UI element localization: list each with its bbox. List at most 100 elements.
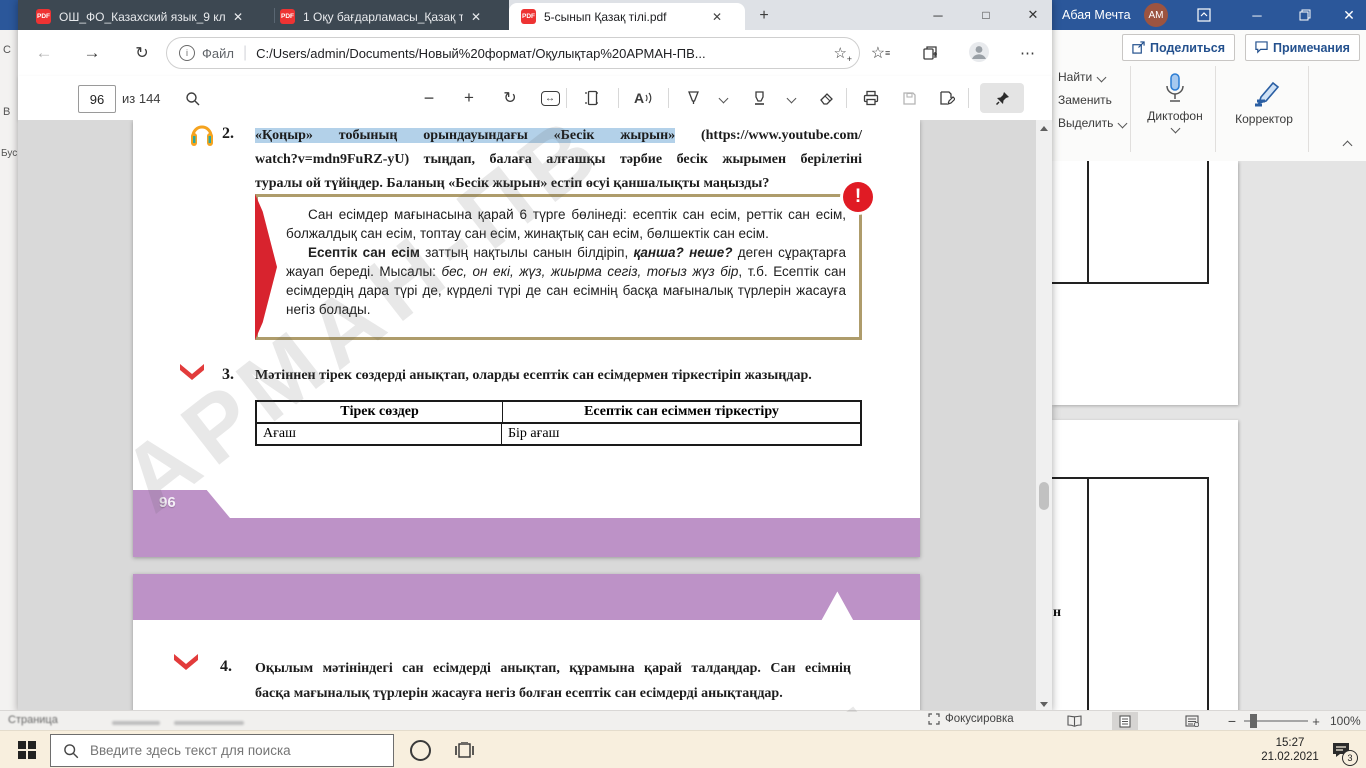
profile-icon[interactable] bbox=[966, 39, 992, 65]
refresh-button[interactable]: ↻ bbox=[130, 41, 154, 65]
scrollbar-thumb[interactable] bbox=[1039, 482, 1049, 510]
exercise-chevron-icon bbox=[172, 652, 200, 677]
print-button[interactable] bbox=[858, 85, 884, 111]
dictate-button[interactable]: Диктофон bbox=[1138, 66, 1212, 138]
table-header-cell: Есептік сан есіммен тіркестіру bbox=[584, 404, 779, 419]
search-icon[interactable] bbox=[180, 86, 204, 110]
taskbar-search-box[interactable] bbox=[50, 734, 394, 767]
new-tab-button[interactable]: + bbox=[754, 6, 774, 26]
collapse-ribbon-button[interactable] bbox=[1336, 136, 1358, 154]
pin-toolbar-button[interactable] bbox=[980, 83, 1024, 113]
read-aloud-button[interactable]: A bbox=[630, 85, 656, 111]
tab-close-icon[interactable]: ✕ bbox=[712, 10, 722, 24]
word-restore-button[interactable] bbox=[1288, 0, 1322, 30]
word-minimize-button[interactable]: ─ bbox=[1240, 0, 1274, 30]
exclamation-icon: ! bbox=[843, 182, 873, 212]
back-button[interactable]: ← bbox=[32, 41, 56, 65]
rotate-button[interactable]: ↻ bbox=[497, 85, 523, 111]
fit-width-button[interactable]: ↔ bbox=[537, 85, 563, 111]
zoom-percentage[interactable]: 100% bbox=[1330, 714, 1361, 728]
tab-close-icon[interactable]: ✕ bbox=[471, 10, 481, 24]
zoom-slider-thumb[interactable] bbox=[1250, 714, 1257, 728]
zoom-in-control[interactable]: + bbox=[1308, 713, 1324, 729]
draw-pen-dropdown[interactable] bbox=[710, 85, 736, 111]
pdf-scrollbar[interactable] bbox=[1036, 120, 1052, 712]
info-icon[interactable]: i bbox=[179, 45, 195, 61]
term-bold: Есептік сан есім bbox=[308, 245, 420, 260]
scroll-down-arrow[interactable] bbox=[1036, 698, 1052, 710]
tab-pdf-1[interactable]: PDF ОШ_ФО_Казахский язык_9 клас ✕ bbox=[36, 3, 270, 30]
pdf-content-area[interactable]: 2. «Қоңыр» тобының орындауындағы «Бесік … bbox=[18, 120, 1052, 712]
page-number-input[interactable] bbox=[78, 85, 116, 113]
ribbon-display-options-icon[interactable] bbox=[1196, 7, 1212, 23]
print-layout-view-button[interactable] bbox=[1112, 712, 1138, 730]
draw-pen-button[interactable] bbox=[680, 85, 706, 111]
edge-minimize-button[interactable]: ─ bbox=[918, 0, 958, 30]
editor-button[interactable]: Корректор bbox=[1222, 66, 1306, 138]
tab-close-icon[interactable]: ✕ bbox=[233, 10, 243, 24]
status-smudge bbox=[174, 721, 244, 725]
word-ribbon-region: Поделиться Примечания Найти Заменить Выд… bbox=[1052, 30, 1366, 162]
headphones-icon bbox=[188, 122, 216, 148]
cortana-button[interactable] bbox=[400, 731, 440, 768]
word-document-area: н bbox=[1052, 161, 1366, 710]
highlighted-text[interactable]: «Қоңыр» тобының орындауындағы «Бесік жыр… bbox=[255, 128, 676, 143]
ribbon-replace[interactable]: Заменить bbox=[1058, 93, 1112, 107]
chevron-down-icon bbox=[786, 93, 796, 103]
avatar[interactable]: АМ bbox=[1144, 3, 1168, 27]
word-table-line bbox=[1052, 282, 1209, 284]
word-ribbon-fragment: С bbox=[3, 44, 11, 56]
tab-pdf-2[interactable]: PDF 1 Оқу бағдарламасы_Қазақ тілі ✕ bbox=[280, 3, 506, 30]
clock[interactable]: 15:27 21.02.2021 bbox=[1258, 736, 1322, 764]
chevron-down-icon bbox=[1170, 123, 1180, 134]
comment-icon bbox=[1255, 41, 1268, 54]
share-button[interactable]: Поделиться bbox=[1122, 34, 1236, 61]
ribbon-find[interactable]: Найти bbox=[1058, 70, 1107, 84]
microphone-icon bbox=[1166, 73, 1184, 102]
action-center-button[interactable]: 3 bbox=[1328, 737, 1358, 766]
ribbon-select[interactable]: Выделить bbox=[1058, 116, 1128, 130]
forward-button[interactable]: → bbox=[80, 41, 104, 65]
exercise-2-text: «Қоңыр» тобының орындауындағы «Бесік жыр… bbox=[255, 124, 862, 196]
read-mode-view-button[interactable] bbox=[1062, 713, 1086, 729]
highlighter-dropdown[interactable] bbox=[778, 85, 804, 111]
scroll-up-arrow[interactable] bbox=[1036, 122, 1052, 134]
focus-mode-button[interactable]: Фокусировка bbox=[928, 713, 1014, 725]
task-view-button[interactable] bbox=[444, 731, 484, 768]
edge-maximize-button[interactable]: □ bbox=[966, 0, 1006, 30]
table-cell: Ағаш bbox=[257, 424, 502, 444]
info-box-paragraph-1: Сан есімдер мағынасына қарай 6 түрге бөл… bbox=[286, 207, 846, 241]
save-button[interactable] bbox=[896, 85, 922, 111]
zoom-out-button[interactable]: − bbox=[416, 85, 442, 111]
ribbon-separator bbox=[1308, 66, 1309, 152]
word-close-button[interactable]: ✕ bbox=[1332, 0, 1366, 30]
editor-label: Корректор bbox=[1235, 111, 1293, 126]
scheme-label: Файл bbox=[202, 45, 234, 61]
tab-pdf-active[interactable]: PDF 5-сынып Қазақ тілі.pdf ✕ bbox=[509, 3, 745, 30]
highlighter-button[interactable] bbox=[746, 85, 772, 111]
comments-button[interactable]: Примечания bbox=[1245, 34, 1360, 61]
edge-close-button[interactable]: ✕ bbox=[1014, 0, 1052, 30]
save-as-button[interactable] bbox=[934, 85, 960, 111]
pin-icon bbox=[995, 91, 1009, 105]
pdf-toolbar: из 144 − + ↻ ↔ A bbox=[18, 76, 1052, 121]
editor-pen-icon bbox=[1255, 81, 1280, 106]
page-view-button[interactable] bbox=[578, 85, 604, 111]
collections-icon[interactable] bbox=[918, 41, 942, 65]
word-left-sliver: С В Бус bbox=[0, 30, 19, 712]
add-favorite-icon[interactable]: ☆ + bbox=[834, 44, 852, 64]
favorites-bar-icon[interactable]: ☆ ≡ bbox=[868, 41, 892, 65]
chevron-up-icon bbox=[1342, 140, 1352, 150]
zoom-in-button[interactable]: + bbox=[456, 85, 482, 111]
address-bar[interactable]: i Файл | C:/Users/admin/Documents/Новый%… bbox=[166, 37, 860, 69]
table-cell: Бір ағаш bbox=[508, 426, 560, 441]
chevron-down-icon bbox=[718, 93, 728, 103]
web-layout-view-button[interactable] bbox=[1180, 713, 1204, 729]
eraser-button[interactable] bbox=[814, 85, 840, 111]
chevron-down-icon bbox=[1096, 72, 1107, 82]
zoom-out-control[interactable]: − bbox=[1224, 713, 1240, 729]
start-button[interactable] bbox=[6, 731, 48, 768]
taskbar-search-input[interactable] bbox=[88, 742, 393, 759]
settings-menu-icon[interactable]: ⋯ bbox=[1016, 41, 1040, 65]
text: заттың нақтылы санын білдіріп, bbox=[419, 245, 634, 260]
